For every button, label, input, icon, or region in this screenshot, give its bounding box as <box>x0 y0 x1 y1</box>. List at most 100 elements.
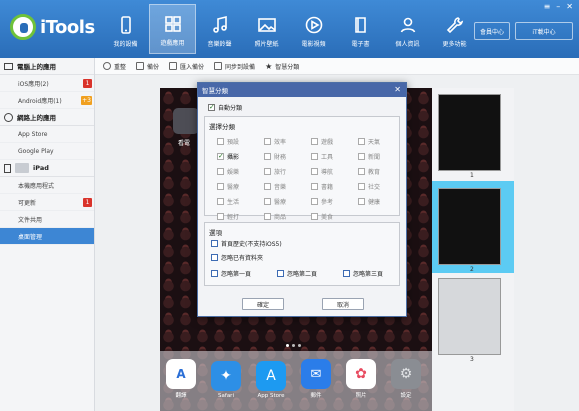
category-option[interactable]: 娛樂 <box>217 167 264 176</box>
nav-apps[interactable]: 遊戲應用 <box>149 4 196 54</box>
option-ignore-page-1[interactable]: 忽略第一頁 <box>211 269 251 278</box>
checkbox[interactable] <box>264 153 271 160</box>
checkbox[interactable] <box>217 138 224 145</box>
sidebar-section-web[interactable]: 網路上的應用 <box>0 109 94 126</box>
category-option[interactable]: 健康 <box>358 197 405 206</box>
checkbox[interactable] <box>358 168 365 175</box>
checkbox[interactable] <box>311 153 318 160</box>
close-icon[interactable]: ✕ <box>394 85 401 94</box>
sidebar-section-computer[interactable]: 電腦上的應用 <box>0 58 94 75</box>
category-option[interactable]: 美食 <box>311 212 358 221</box>
sidebar-item-google-play[interactable]: Google Play <box>0 143 94 160</box>
minimize-icon[interactable]: – <box>556 2 560 11</box>
category-option[interactable]: 旅行 <box>264 167 311 176</box>
category-option[interactable]: 生活 <box>217 197 264 206</box>
nav-my-device[interactable]: 我的設備 <box>102 4 149 54</box>
menu-icon[interactable]: ≡ <box>544 2 551 11</box>
category-option[interactable]: 醫療 <box>217 182 264 191</box>
category-option[interactable]: 社交 <box>358 182 405 191</box>
sidebar-item-desktop-manager[interactable]: 桌面管理 <box>0 228 94 245</box>
category-option[interactable]: 醫療 <box>264 197 311 206</box>
download-center-button[interactable]: iT載中心 <box>515 22 573 40</box>
checkbox[interactable] <box>264 138 271 145</box>
option-ignore-page-3[interactable]: 忽略第三頁 <box>343 269 383 278</box>
checkbox[interactable] <box>358 183 365 190</box>
option-home-history[interactable]: 首頁歷史(不支持iOS5) <box>211 239 282 248</box>
category-option[interactable]: 天氣 <box>358 137 405 146</box>
import-backup-button[interactable]: 匯入備份 <box>169 62 204 71</box>
dock-app-safari[interactable]: ✦ Safari <box>211 361 241 399</box>
category-option[interactable]: 音樂 <box>264 182 311 191</box>
category-option[interactable]: 輕打 <box>217 212 264 221</box>
option-ignore-page-2[interactable]: 忽略第二頁 <box>277 269 317 278</box>
dock-app-photos[interactable]: ✿ 照片 <box>346 359 376 399</box>
sidebar-item-app-store[interactable]: App Store <box>0 126 94 143</box>
category-option[interactable]: 教育 <box>358 167 405 176</box>
category-option[interactable]: 效率 <box>264 137 311 146</box>
nav-video[interactable]: 電影視頻 <box>290 4 337 54</box>
checkbox[interactable] <box>211 240 218 247</box>
nav-ebook[interactable]: 電子書 <box>337 4 384 54</box>
checkbox[interactable] <box>217 168 224 175</box>
checkbox[interactable] <box>211 270 218 277</box>
checkbox[interactable] <box>343 270 350 277</box>
checkbox[interactable] <box>264 213 271 220</box>
checkbox[interactable] <box>217 198 224 205</box>
checkbox[interactable] <box>311 213 318 220</box>
category-option[interactable]: 工具 <box>311 152 358 161</box>
nav-photos[interactable]: 照片壁紙 <box>243 4 290 54</box>
sidebar-item-ios-apps[interactable]: iOS應用(2) 1 <box>0 75 94 92</box>
backup-button[interactable]: 備份 <box>136 62 159 71</box>
category-option[interactable]: 導航 <box>311 167 358 176</box>
smart-classify-button[interactable]: ★ 智慧分類 <box>265 62 299 71</box>
category-option[interactable]: 商品 <box>264 212 311 221</box>
checkbox-checked[interactable] <box>208 103 215 111</box>
refresh-button[interactable]: 重整 <box>103 62 126 71</box>
dock-app-app-store[interactable]: A App Store <box>256 361 286 399</box>
page-thumbnail[interactable] <box>438 94 501 171</box>
checkbox[interactable] <box>211 254 218 261</box>
category-option[interactable]: 遊戲 <box>311 137 358 146</box>
cancel-button[interactable]: 取消 <box>322 298 364 310</box>
nav-contacts[interactable]: 個人資訊 <box>384 4 431 54</box>
checkbox[interactable] <box>311 183 318 190</box>
sidebar-item-android-apps[interactable]: Android應用(1) +3 <box>0 92 94 109</box>
category-option[interactable]: 財務 <box>264 152 311 161</box>
checkbox[interactable] <box>217 213 224 220</box>
member-center-button[interactable]: 會員中心 <box>474 22 510 40</box>
checkbox[interactable] <box>358 198 365 205</box>
dock-app-settings[interactable]: ⚙ 設定 <box>391 359 421 399</box>
option-ignore-folders[interactable]: 忽略已有資料夾 <box>211 253 263 262</box>
page-thumbnail[interactable] <box>438 278 501 355</box>
checkbox[interactable] <box>358 138 365 145</box>
nav-music[interactable]: 音樂鈴聲 <box>196 4 243 54</box>
nav-more[interactable]: 更多功能 <box>431 4 478 54</box>
checkbox[interactable] <box>311 198 318 205</box>
sidebar-section-device[interactable]: iPad <box>0 160 94 177</box>
dock-app-mail[interactable]: ✉ 郵件 <box>301 359 331 399</box>
sync-to-device-button[interactable]: 同步到設備 <box>214 62 255 71</box>
ok-button[interactable]: 確定 <box>242 298 284 310</box>
category-option[interactable]: 預設 <box>217 137 264 146</box>
page-thumbnail-selected[interactable] <box>438 188 501 265</box>
checkbox[interactable] <box>264 168 271 175</box>
checkbox[interactable] <box>311 138 318 145</box>
category-option[interactable]: 攝影 <box>217 152 264 161</box>
close-icon[interactable]: ✕ <box>566 2 573 11</box>
app-folder-icon[interactable] <box>173 108 199 134</box>
checkbox[interactable] <box>264 198 271 205</box>
category-option[interactable]: 書籍 <box>311 182 358 191</box>
sidebar-item-file-sharing[interactable]: 文件共用 <box>0 211 94 228</box>
dock-app-translate[interactable]: A 翻譯 <box>166 359 196 399</box>
checkbox[interactable] <box>311 168 318 175</box>
checkbox[interactable] <box>264 183 271 190</box>
checkbox[interactable] <box>358 153 365 160</box>
checkbox[interactable] <box>217 183 224 190</box>
category-option[interactable]: 新聞 <box>358 152 405 161</box>
auto-classify-checkbox[interactable]: 自動分類 <box>208 103 242 112</box>
sidebar-item-updates[interactable]: 可更新 1 <box>0 194 94 211</box>
checkbox[interactable] <box>277 270 284 277</box>
category-option[interactable]: 參考 <box>311 197 358 206</box>
sidebar-item-local-apps[interactable]: 本機應用程式 <box>0 177 94 194</box>
checkbox[interactable] <box>217 152 224 160</box>
